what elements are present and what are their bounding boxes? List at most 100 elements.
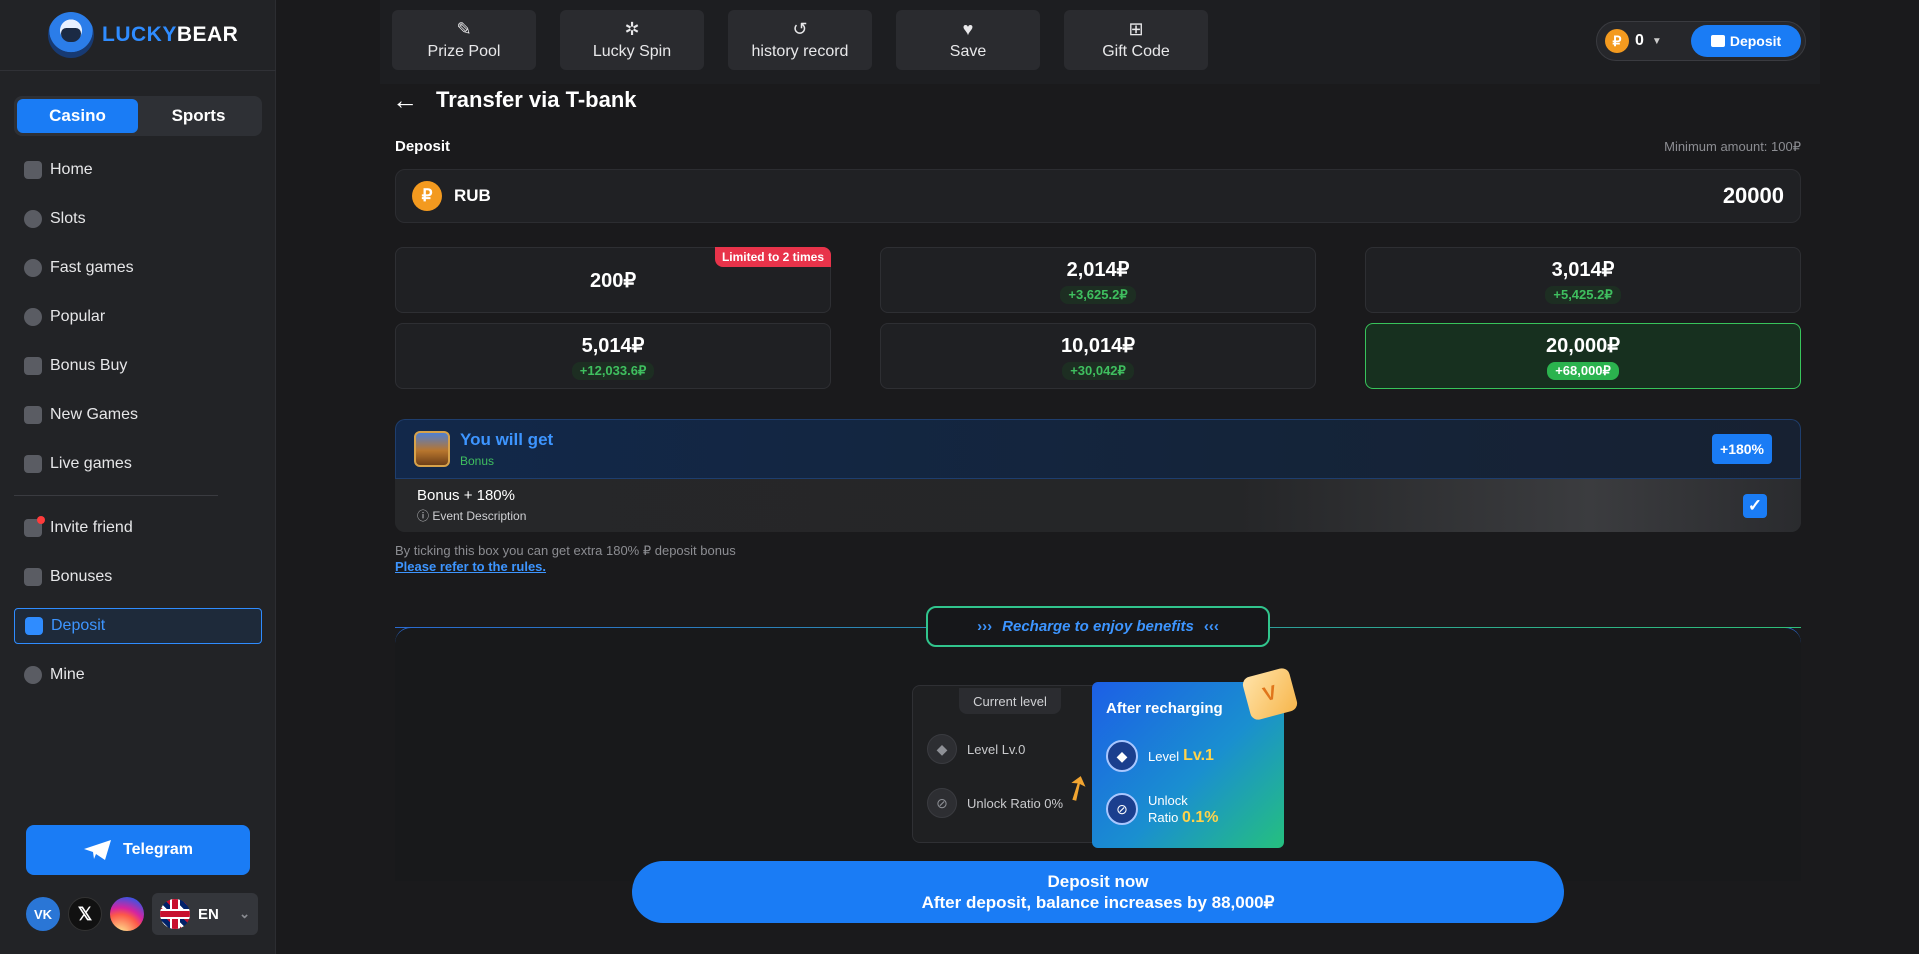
back-arrow-icon[interactable]: ← xyxy=(392,87,418,113)
wallet-deposit-button[interactable]: Deposit xyxy=(1691,25,1801,57)
limit-badge: Limited to 2 times xyxy=(714,247,831,267)
amount-option[interactable]: 2,014₽ +3,625.2₽ xyxy=(880,247,1316,313)
deposit-now-button[interactable]: Deposit now After deposit, balance incre… xyxy=(632,861,1564,923)
tab-label: history record xyxy=(751,43,849,60)
option-value: 5,014₽ xyxy=(581,334,645,357)
sidebar-item-bonuses[interactable]: Bonuses xyxy=(14,559,262,595)
benefits-tag-label: Recharge to enjoy benefits xyxy=(1002,618,1194,635)
treasure-chest-icon xyxy=(414,431,450,467)
rules-link[interactable]: Please refer to the rules. xyxy=(395,559,546,574)
amount-option[interactable]: Limited to 2 times 200₽ xyxy=(395,247,831,313)
user-icon xyxy=(24,666,42,684)
option-value: 2,014₽ xyxy=(1066,258,1130,281)
caret-down-icon[interactable]: ▼ xyxy=(1652,36,1662,47)
heart-icon: ♥ xyxy=(962,19,974,39)
bonus-header-text: You will get Bonus xyxy=(460,430,553,468)
wallet-icon xyxy=(1710,35,1725,47)
unlock-icon: ⊘ xyxy=(1106,793,1138,825)
mode-switch: Casino Sports xyxy=(14,96,262,136)
double-arrow-right-icon: ››› xyxy=(977,618,993,635)
telegram-button[interactable]: Telegram xyxy=(26,825,250,875)
amount-input[interactable]: ₽ RUB 20000 xyxy=(395,169,1801,223)
tab-label: Prize Pool xyxy=(427,43,501,60)
amount-options: Limited to 2 times 200₽ 2,014₽ +3,625.2₽… xyxy=(395,247,1802,389)
current-unlock-row: ⊘ Unlock Ratio 0% xyxy=(927,788,1063,818)
tab-history-record[interactable]: ↺ history record xyxy=(728,10,872,70)
after-unlock-label: Ratio xyxy=(1148,810,1179,825)
benefits-tag: ››› Recharge to enjoy benefits ‹‹‹ xyxy=(926,606,1270,647)
cherry-icon xyxy=(24,210,42,228)
sidebar-item-home[interactable]: Home xyxy=(14,152,262,188)
sidebar-item-label: Deposit xyxy=(51,617,106,634)
bonus-checkbox[interactable]: ✓ xyxy=(1743,493,1767,518)
new-icon xyxy=(24,406,42,424)
instagram-icon[interactable] xyxy=(110,897,144,931)
telegram-label: Telegram xyxy=(123,841,193,858)
bonus-header: You will get Bonus +180% xyxy=(395,419,1801,479)
option-value: 20,000₽ xyxy=(1546,334,1620,357)
amount-option[interactable]: 10,014₽ +30,042₽ xyxy=(880,323,1316,389)
sidebar-nav: Home Slots Fast games Popular Bonus Buy … xyxy=(14,152,262,706)
sidebar-item-bonus-buy[interactable]: Bonus Buy xyxy=(14,348,262,384)
nav-divider xyxy=(14,495,218,496)
sidebar-item-deposit[interactable]: Deposit xyxy=(14,608,262,644)
current-level-row: ◆ Level Lv.0 xyxy=(927,734,1025,764)
option-bonus: +68,000₽ xyxy=(1547,361,1619,380)
amount-option[interactable]: 3,014₽ +5,425.2₽ xyxy=(1365,247,1801,313)
logo[interactable]: LUCKYBEAR xyxy=(48,12,238,58)
tab-label: Lucky Spin xyxy=(592,43,672,60)
sidebar-item-mine[interactable]: Mine xyxy=(14,657,262,693)
bonus-item-text: Bonus + 180% ⓘ Event Description xyxy=(417,487,526,524)
sidebar-item-label: Fast games xyxy=(50,259,134,276)
unlock-icon: ⊘ xyxy=(927,788,957,818)
after-level-value: Lv.1 xyxy=(1183,747,1214,764)
sports-tab[interactable]: Sports xyxy=(138,99,259,133)
sidebar-item-fast-games[interactable]: Fast games xyxy=(14,250,262,286)
current-level-text: Level Lv.0 xyxy=(967,741,1026,757)
sidebar-item-label: Bonus Buy xyxy=(50,357,128,374)
sidebar-item-live-games[interactable]: Live games xyxy=(14,446,262,482)
sidebar-item-new-games[interactable]: New Games xyxy=(14,397,262,433)
amount-option-selected[interactable]: 20,000₽ +68,000₽ xyxy=(1365,323,1801,389)
casino-tab[interactable]: Casino xyxy=(17,99,138,133)
play-icon xyxy=(24,455,42,473)
wallet-widget: ₽ 0 ▼ Deposit xyxy=(1596,21,1806,61)
ruble-coin-icon: ₽ xyxy=(412,181,442,211)
deposit-label: Deposit xyxy=(395,138,451,155)
deposit-now-sublabel: After deposit, balance increases by 88,0… xyxy=(921,893,1275,912)
bonus-hint: By ticking this box you can get extra 18… xyxy=(395,543,736,558)
ruble-coin-icon: ₽ xyxy=(1605,29,1629,53)
after-unlock-row: ⊘ Unlock Ratio 0.1% xyxy=(1106,792,1218,826)
sidebar: LUCKYBEAR Casino Sports Home Slots Fast … xyxy=(0,0,276,954)
tab-gift-code[interactable]: ⊞ Gift Code xyxy=(1064,10,1208,70)
wallet-icon xyxy=(25,617,43,635)
sidebar-item-invite-friend[interactable]: Invite friend xyxy=(14,510,262,546)
bonus-item-title: Bonus + 180% xyxy=(417,487,515,504)
fire-icon xyxy=(24,308,42,326)
rocket-icon xyxy=(24,259,42,277)
page-title: Transfer via T-bank xyxy=(436,87,637,112)
current-level-card: Current level ◆ Level Lv.0 ⊘ Unlock Rati… xyxy=(912,685,1100,843)
bonus-item: Bonus + 180% ⓘ Event Description ✓ xyxy=(395,479,1801,532)
sidebar-item-label: Live games xyxy=(50,455,132,472)
vk-icon[interactable]: VK xyxy=(26,897,60,931)
sidebar-item-slots[interactable]: Slots xyxy=(14,201,262,237)
minimum-amount: Minimum amount: 100₽ xyxy=(1664,139,1801,154)
tab-lucky-spin[interactable]: ✲ Lucky Spin xyxy=(560,10,704,70)
event-description-link[interactable]: ⓘ Event Description xyxy=(417,507,526,524)
bookmark-icon xyxy=(24,568,42,586)
current-level-header: Current level xyxy=(959,688,1061,714)
sidebar-item-popular[interactable]: Popular xyxy=(14,299,262,335)
x-twitter-icon[interactable]: 𝕏 xyxy=(68,897,102,931)
app-root: LUCKYBEAR Casino Sports Home Slots Fast … xyxy=(0,0,1919,954)
language-selector[interactable]: EN ⌄ xyxy=(152,893,258,935)
after-unlock-ratio: Ratio 0.1% xyxy=(1148,809,1218,826)
currency-label: RUB xyxy=(454,186,491,205)
amount-option[interactable]: 5,014₽ +12,033.6₽ xyxy=(395,323,831,389)
tab-prize-pool[interactable]: ✎ Prize Pool xyxy=(392,10,536,70)
sidebar-divider xyxy=(0,70,276,71)
bear-logo-icon xyxy=(48,12,94,58)
tab-save[interactable]: ♥ Save xyxy=(896,10,1040,70)
notification-dot xyxy=(37,516,45,524)
option-value: 3,014₽ xyxy=(1551,258,1615,281)
